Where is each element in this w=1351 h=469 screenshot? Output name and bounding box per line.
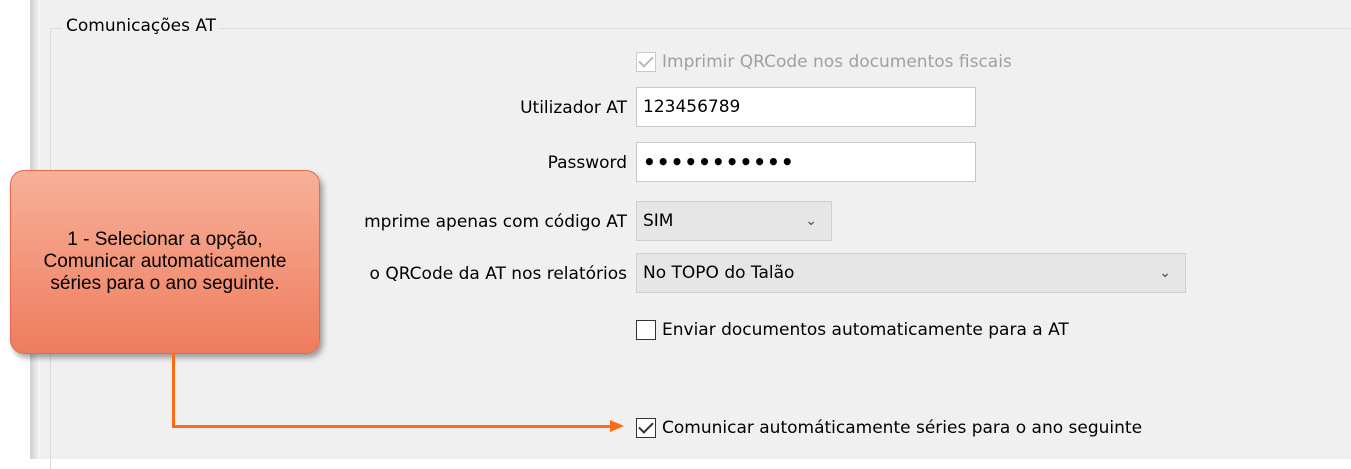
utilizador-input[interactable]: 123456789 <box>636 87 976 127</box>
comunicar-series-label[interactable]: Comunicar automáticamente séries para o … <box>662 418 1142 438</box>
imprime-codigo-value: SIM <box>643 211 674 231</box>
qrcode-relatorios-label: o QRCode da AT nos relatórios <box>369 264 627 284</box>
qrcode-fiscal-checkbox-row: Imprimir QRCode nos documentos fiscais <box>636 50 1012 74</box>
qrcode-fiscal-checkbox <box>636 52 656 72</box>
imprime-codigo-label: mprime apenas com código AT <box>364 212 627 232</box>
arrow-head-icon <box>610 420 624 432</box>
callout-arrow-line <box>172 354 175 428</box>
callout-text: 1 - Selecionar a opção, Comunicar automa… <box>43 229 287 294</box>
checkmark-icon <box>638 418 654 434</box>
imprime-codigo-select[interactable]: SIM ⌄ <box>636 201 832 241</box>
qrcode-relatorios-select[interactable]: No TOPO do Talão ⌄ <box>636 253 1186 293</box>
password-label: Password <box>547 153 627 173</box>
qrcode-relatorios-value: No TOPO do Talão <box>643 263 795 283</box>
callout-arrow-line <box>172 425 612 428</box>
password-input[interactable]: ••••••••••• <box>636 142 976 182</box>
qrcode-fiscal-label: Imprimir QRCode nos documentos fiscais <box>662 52 1012 72</box>
instruction-callout: 1 - Selecionar a opção, Comunicar automa… <box>10 170 320 354</box>
chevron-down-icon[interactable]: ⌄ <box>805 202 817 240</box>
comunicar-series-checkbox-row[interactable]: Comunicar automáticamente séries para o … <box>636 416 1142 440</box>
comunicar-series-checkbox[interactable] <box>636 418 656 438</box>
enviar-docs-checkbox-row[interactable]: Enviar documentos automaticamente para a… <box>636 318 1069 342</box>
enviar-docs-checkbox[interactable] <box>636 320 656 340</box>
enviar-docs-label[interactable]: Enviar documentos automaticamente para a… <box>662 320 1069 340</box>
group-title: Comunicações AT <box>62 16 221 36</box>
checkmark-icon <box>638 52 654 68</box>
chevron-down-icon[interactable]: ⌄ <box>1159 254 1171 292</box>
utilizador-label: Utilizador AT <box>520 98 627 118</box>
